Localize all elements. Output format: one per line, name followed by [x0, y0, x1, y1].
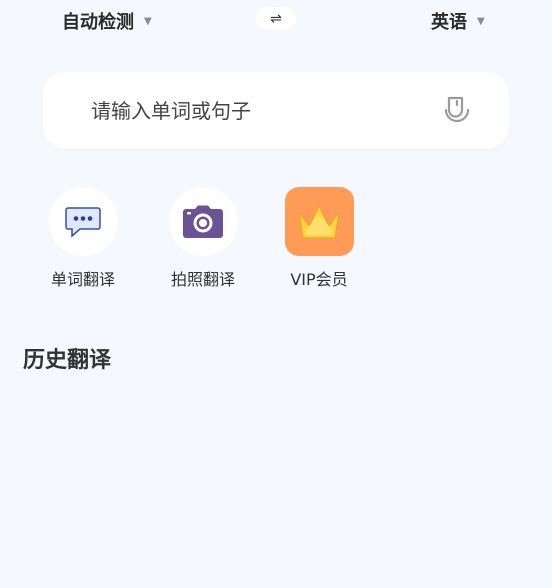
chevron-down-icon: ▼ [477, 15, 485, 27]
word-translate-icon-wrapper [48, 187, 118, 256]
target-language-label: 英语 [431, 12, 467, 33]
search-box [43, 72, 509, 149]
crown-icon [298, 204, 340, 239]
photo-translate-button[interactable]: 拍照翻译 [158, 187, 248, 290]
vip-membership-button[interactable]: VIP会员 [274, 187, 364, 290]
history-section-title: 历史翻译 [23, 348, 112, 373]
swap-icon: ⇌ [270, 10, 282, 27]
language-bar: 自动检测 ▼ ⇌ 英语 ▼ [0, 0, 552, 38]
tools-row: 单词翻译 拍照翻译 VIP会员 [0, 187, 552, 297]
photo-translate-icon-wrapper [168, 187, 238, 256]
swap-languages-button[interactable]: ⇌ [256, 7, 296, 30]
microphone-icon[interactable] [444, 96, 470, 126]
chevron-down-icon: ▼ [144, 15, 152, 27]
camera-icon [183, 205, 223, 238]
chat-bubble-icon [65, 206, 101, 238]
vip-icon-wrapper [284, 187, 354, 256]
search-input[interactable] [89, 94, 413, 128]
word-translate-button[interactable]: 单词翻译 [38, 187, 128, 290]
vip-membership-label: VIP会员 [290, 270, 348, 289]
source-language-label: 自动检测 [62, 12, 134, 33]
source-language-selector[interactable]: 自动检测 ▼ [62, 8, 152, 34]
photo-translate-label: 拍照翻译 [170, 270, 235, 289]
target-language-selector[interactable]: 英语 ▼ [431, 8, 485, 34]
word-translate-label: 单词翻译 [50, 270, 115, 289]
